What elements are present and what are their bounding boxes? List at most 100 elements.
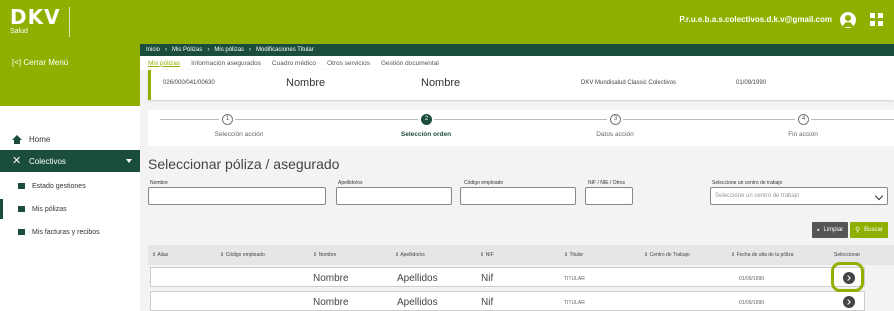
select-row-button[interactable]: [843, 296, 855, 308]
step-connector: [235, 119, 418, 120]
tab-otros-servicios[interactable]: Otros servicios: [327, 60, 370, 67]
step-2-label: Selección orden: [400, 131, 452, 138]
column-header-centro[interactable]: ⇕ Centro de Trabajo: [644, 252, 690, 258]
cell-nif: Nif: [481, 297, 494, 308]
column-header-label: NIF: [485, 252, 494, 258]
apellidos-label: Apellido/os: [338, 180, 363, 186]
sidebar: [<] Cerrar Menú Home ✕ Colectivos Estado…: [0, 44, 140, 311]
sidebar-item-label: Home: [29, 134, 51, 144]
nombre-label: Nombre: [150, 180, 168, 186]
document-icon: [18, 183, 25, 189]
cell-nif: Nif: [481, 273, 494, 284]
search-button[interactable]: ⚲ Buscar: [850, 222, 888, 238]
policy-number: 026/000/041/00630: [163, 80, 215, 86]
breadcrumb-item[interactable]: Mis Pólizas: [172, 47, 202, 53]
column-header-codigo[interactable]: ⇕ Código empleado: [220, 252, 265, 258]
column-header-nif[interactable]: ⇕ NIF: [480, 252, 494, 258]
column-header-alias[interactable]: ⇕ Alias: [152, 252, 168, 258]
table-row[interactable]: Nombre Apellidos Nif TITULAR 01/09/1990: [150, 267, 865, 287]
column-header-label: Alias: [157, 252, 169, 258]
tab-bar: Mis pólizas Información asegurados Cuadr…: [140, 56, 894, 70]
column-header-titular[interactable]: ⇕ Titular: [564, 252, 583, 258]
centro-trabajo-placeholder: Seleccione un centro de trabajo: [715, 193, 800, 199]
cell-fecha: 01/09/1990: [739, 300, 765, 306]
page-title: Seleccionar póliza / asegurado: [148, 156, 340, 172]
policy-summary: 026/000/041/00630 Nombre Nombre DKV Mund…: [148, 70, 894, 100]
sidebar-item-estado-gestiones[interactable]: Estado gestiones: [0, 176, 140, 196]
column-header-apellidos[interactable]: ⇕ Apellido/os: [395, 252, 425, 258]
apellidos-input[interactable]: [336, 187, 452, 205]
home-icon: [12, 134, 22, 144]
step-connector: [434, 119, 607, 120]
tab-mis-polizas[interactable]: Mis pólizas: [148, 60, 180, 67]
tab-gestion-documental[interactable]: Gestión documental: [381, 60, 439, 67]
column-header-fecha[interactable]: ⇕ Fecha de alta de la póliza: [731, 252, 794, 258]
sidebar-item-label: Estado gestiones: [32, 182, 86, 190]
highlight-ring: [831, 262, 864, 292]
step-2-indicator: 2: [421, 114, 432, 125]
sidebar-item-home[interactable]: Home: [0, 128, 140, 150]
step-4-indicator: 4: [798, 114, 809, 125]
centro-trabajo-label: Seleccione un centro de trabajo: [712, 180, 783, 186]
tab-cuadro-medico[interactable]: Cuadro médico: [272, 60, 316, 67]
nif-input[interactable]: [585, 187, 633, 205]
cell-apellidos: Apellidos: [397, 273, 438, 284]
step-4-label: Fin acción: [788, 131, 818, 138]
progress-stepper: 1 Selección acción 2 Selección orden 3 D…: [148, 110, 894, 146]
column-header-seleccionar: Seleccionar: [834, 252, 861, 258]
step-connector: [160, 119, 219, 120]
sidebar-item-colectivos[interactable]: ✕ Colectivos: [0, 150, 140, 172]
step-3-label: Datos acción: [596, 131, 634, 138]
cell-nombre: Nombre: [313, 273, 349, 284]
sidebar-nav: Home ✕ Colectivos Estado gestiones Mis p…: [0, 128, 140, 245]
column-header-label: Fecha de alta de la póliza: [736, 252, 794, 258]
codigo-empleado-input[interactable]: [460, 187, 576, 205]
logo-subtitle: Salud: [10, 28, 28, 35]
invoice-icon: [18, 229, 25, 235]
logo-text: DKV: [10, 5, 61, 29]
policy-holder-name: Nombre: [286, 77, 326, 89]
cell-apellidos: Apellidos: [397, 297, 438, 308]
user-icon[interactable]: [840, 12, 856, 28]
column-header-label: Titular: [569, 252, 584, 258]
nombre-input[interactable]: [148, 187, 326, 205]
sidebar-item-label: Colectivos: [29, 156, 66, 166]
sidebar-item-label: Mis pólizas: [32, 205, 67, 213]
search-button-label: Buscar: [864, 227, 883, 233]
cell-titular: TITULAR: [564, 300, 585, 306]
apps-grid-icon[interactable]: [870, 13, 884, 27]
codigo-empleado-label: Código empleado: [464, 180, 504, 186]
clear-button-label: Limpiar: [823, 227, 844, 233]
breadcrumb-item-current: Modificaciones Titular: [256, 47, 314, 53]
step-3-indicator: 3: [610, 114, 621, 125]
chevron-down-icon: [126, 159, 132, 163]
table-header: ⇕ Alias ⇕ Código empleado ⇕ Nombre ⇕ Ape…: [148, 245, 894, 265]
trash-icon: ▪: [817, 226, 820, 234]
sidebar-item-label: Mis facturas y recibos: [32, 228, 100, 236]
column-header-nombre[interactable]: ⇕ Nombre: [313, 252, 336, 258]
column-header-label: Apellido/os: [400, 252, 425, 258]
nif-label: NIF / NIE / Otros: [588, 180, 625, 186]
breadcrumb-item[interactable]: Inicio: [146, 47, 160, 53]
clear-button[interactable]: ▪ Limpiar: [812, 222, 849, 238]
table-row[interactable]: Nombre Apellidos Nif TITULAR 01/09/1990: [150, 291, 865, 311]
policy-product: DKV Mundisalud Classic Colectivos: [581, 80, 677, 86]
user-email[interactable]: P.r.u.e.b.a.s.colectivos.d.k.v@gmail.com: [679, 15, 832, 24]
step-connector: [811, 119, 894, 120]
policy-icon: [18, 206, 25, 212]
sidebar-item-mis-polizas[interactable]: Mis pólizas: [0, 199, 140, 219]
cell-nombre: Nombre: [313, 297, 349, 308]
breadcrumb-item[interactable]: Mis pólizas: [214, 47, 244, 53]
close-menu-button[interactable]: [<] Cerrar Menú: [12, 58, 68, 67]
centro-trabajo-select[interactable]: Seleccione un centro de trabajo: [710, 187, 888, 205]
column-header-label: Nombre: [318, 252, 337, 258]
dkv-logo[interactable]: DKV Salud: [10, 7, 70, 37]
sidebar-header: [<] Cerrar Menú: [0, 44, 140, 106]
step-connector: [623, 119, 795, 120]
step-1-indicator: 1: [222, 114, 233, 125]
sidebar-item-facturas[interactable]: Mis facturas y recibos: [0, 222, 140, 242]
tab-informacion-asegurados[interactable]: Información asegurados: [191, 60, 261, 67]
cell-titular: TITULAR: [564, 276, 585, 282]
column-header-label: Centro de Trabajo: [649, 252, 690, 258]
search-icon: ⚲: [855, 227, 861, 234]
